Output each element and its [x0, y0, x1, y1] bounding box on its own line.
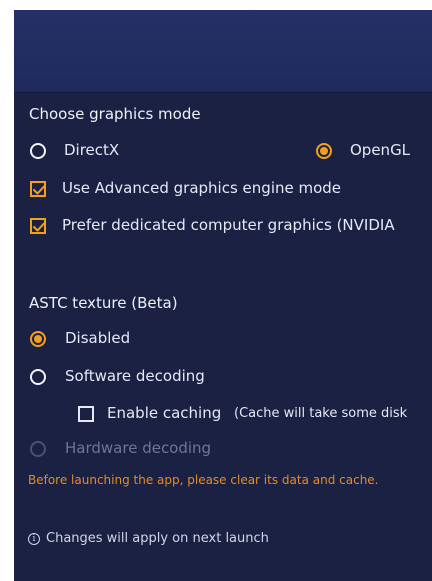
opengl-radio[interactable]: [316, 143, 332, 159]
enable-caching-checkbox[interactable]: [78, 406, 94, 422]
opengl-label: OpenGL: [350, 141, 411, 159]
settings-panel: Choose graphics mode DirectX OpenGL Use …: [14, 10, 432, 581]
dedicated-graphics-checkbox[interactable]: [30, 218, 46, 234]
directx-radio[interactable]: [30, 143, 46, 159]
hardware-decoding-radio: [30, 441, 46, 457]
advanced-engine-checkbox[interactable]: [30, 181, 46, 197]
checkmark-icon: [33, 222, 45, 232]
software-decoding-label: Software decoding: [65, 367, 205, 385]
astc-disabled-label: Disabled: [65, 329, 131, 347]
warning-text: Before launching the app, please clear i…: [28, 473, 379, 487]
footer-text: Changes will apply on next launch: [46, 531, 269, 546]
dedicated-graphics-label: Prefer dedicated computer graphics (NVID…: [62, 216, 395, 234]
checkmark-icon: [33, 185, 45, 195]
enable-caching-label: Enable caching: [107, 404, 222, 422]
caching-note: (Cache will take some disk: [234, 406, 408, 421]
header-bar: [14, 10, 432, 92]
info-icon: i: [28, 533, 40, 545]
hardware-decoding-label: Hardware decoding: [65, 439, 212, 457]
astc-heading: ASTC texture (Beta): [29, 294, 178, 312]
directx-label: DirectX: [64, 141, 120, 159]
software-decoding-radio[interactable]: [30, 369, 46, 385]
graphics-mode-heading: Choose graphics mode: [29, 105, 201, 123]
astc-disabled-radio[interactable]: [30, 331, 46, 347]
header-divider: [14, 92, 432, 93]
advanced-engine-label: Use Advanced graphics engine mode: [62, 179, 342, 197]
